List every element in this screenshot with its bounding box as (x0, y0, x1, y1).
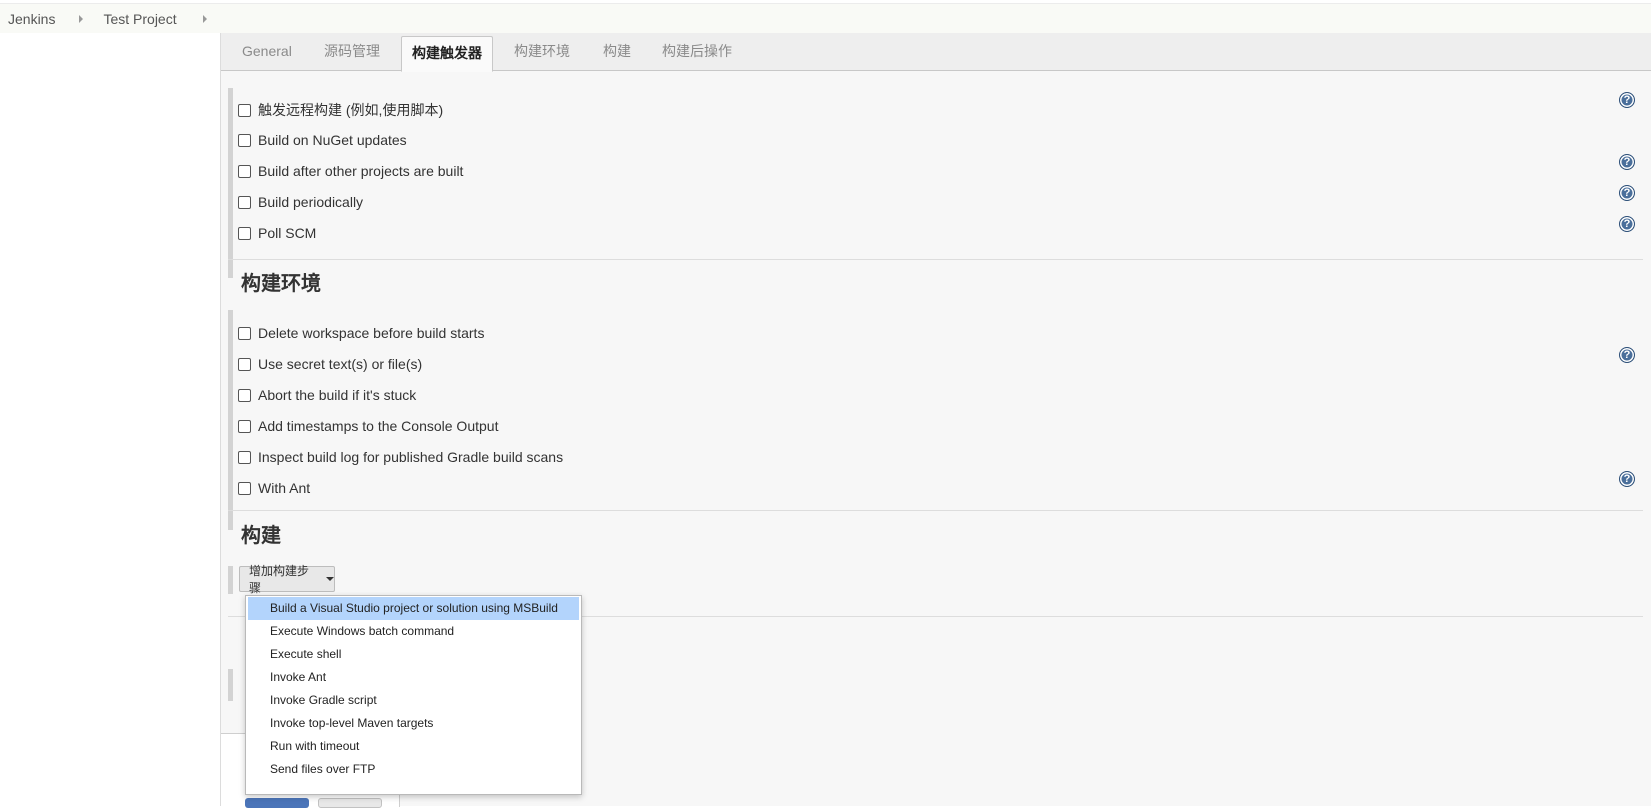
menu-item-run-with-timeout[interactable]: Run with timeout (248, 735, 579, 758)
checkbox-label: With Ant (258, 480, 311, 496)
checkbox-label: Add timestamps to the Console Output (258, 418, 499, 434)
section-title-build-environment: 构建环境 (241, 273, 321, 295)
caret-down-icon (326, 577, 334, 581)
env-delete-workspace[interactable]: Delete workspace before build starts (238, 323, 484, 343)
tab-general[interactable]: General (242, 33, 292, 70)
checkbox[interactable] (238, 103, 251, 117)
checkbox-label: Abort the build if it's stuck (258, 387, 417, 403)
checkbox[interactable] (238, 357, 251, 371)
apply-button[interactable] (318, 798, 382, 808)
menu-item-invoke-ant[interactable]: Invoke Ant (248, 666, 579, 689)
section-title-build: 构建 (241, 525, 281, 547)
build-environment-group: Delete workspace before build starts Use… (228, 310, 563, 530)
env-with-ant[interactable]: With Ant (238, 478, 310, 498)
env-timestamps[interactable]: Add timestamps to the Console Output (238, 416, 498, 436)
trigger-periodically[interactable]: Build periodically (238, 192, 363, 212)
chevron-right-icon[interactable] (202, 14, 207, 23)
breadcrumb-label[interactable]: Jenkins (0, 11, 61, 27)
help-icon[interactable]: ? (1619, 347, 1635, 363)
help-icon[interactable]: ? (1619, 185, 1635, 201)
breadcrumb: Jenkins Test Project (0, 3, 1651, 34)
menu-item-invoke-gradle[interactable]: Invoke Gradle script (248, 689, 579, 712)
checkbox[interactable] (238, 133, 251, 147)
trigger-remote[interactable]: 触发远程构建 (例如,使用脚本) (238, 100, 443, 120)
checkbox-label: Use secret text(s) or file(s) (258, 356, 423, 372)
checkbox[interactable] (238, 326, 251, 340)
add-build-step-wrapper: 增加构建步骤 (228, 564, 335, 595)
chevron-right-icon[interactable] (79, 14, 84, 23)
env-secret-text[interactable]: Use secret text(s) or file(s) (238, 354, 422, 374)
checkbox-label: Build on NuGet updates (258, 132, 407, 148)
save-button[interactable] (245, 798, 309, 808)
checkbox[interactable] (238, 195, 251, 209)
section-divider (228, 259, 1643, 260)
checkbox-label: Delete workspace before build starts (258, 325, 485, 341)
checkbox[interactable] (238, 450, 251, 464)
add-build-step-label: 增加构建步骤 (249, 564, 310, 595)
tab-post-build[interactable]: 构建后操作 (662, 33, 732, 70)
tab-build[interactable]: 构建 (603, 33, 631, 70)
menu-item-send-files-ftp[interactable]: Send files over FTP (248, 758, 579, 781)
help-icon[interactable]: ? (1619, 92, 1635, 108)
tab-bar: General 源码管理 构建触发器 构建环境 构建 构建后操作 (221, 33, 1651, 72)
env-abort-stuck[interactable]: Abort the build if it's stuck (238, 385, 416, 405)
menu-item-msbuild[interactable]: Build a Visual Studio project or solutio… (248, 597, 579, 620)
breadcrumb-item-jenkins[interactable]: Jenkins (0, 11, 97, 27)
menu-item-execute-shell[interactable]: Execute shell (248, 643, 579, 666)
help-icon[interactable]: ? (1619, 154, 1635, 170)
build-step-menu: Build a Visual Studio project or solutio… (245, 595, 582, 795)
menu-item-invoke-maven[interactable]: Invoke top-level Maven targets (248, 712, 579, 735)
checkbox[interactable] (238, 481, 251, 495)
checkbox-label: Inspect build log for published Gradle b… (258, 449, 564, 465)
checkbox-label: Build after other projects are built (258, 163, 464, 179)
tab-build-triggers[interactable]: 构建触发器 (401, 36, 493, 72)
help-icon[interactable]: ? (1619, 216, 1635, 232)
checkbox-label: 触发远程构建 (例如,使用脚本) (258, 102, 444, 118)
checkbox-label: Poll SCM (258, 225, 317, 241)
help-icon[interactable]: ? (1619, 471, 1635, 487)
checkbox[interactable] (238, 388, 251, 402)
tab-build-environment[interactable]: 构建环境 (514, 33, 570, 70)
env-gradle-scans[interactable]: Inspect build log for published Gradle b… (238, 447, 563, 467)
build-triggers-group: 触发远程构建 (例如,使用脚本) Build on NuGet updates … (228, 88, 463, 278)
checkbox-label: Build periodically (258, 194, 364, 210)
trigger-nuget[interactable]: Build on NuGet updates (238, 130, 407, 150)
checkbox[interactable] (238, 164, 251, 178)
checkbox[interactable] (238, 419, 251, 433)
breadcrumb-label[interactable]: Test Project (97, 11, 182, 27)
tab-scm[interactable]: 源码管理 (324, 33, 380, 70)
section-bar (228, 669, 233, 701)
menu-item-windows-batch[interactable]: Execute Windows batch command (248, 620, 579, 643)
sidebar (0, 33, 220, 806)
trigger-poll-scm[interactable]: Poll SCM (238, 223, 316, 243)
trigger-after-other-projects[interactable]: Build after other projects are built (238, 161, 463, 181)
section-divider (228, 510, 1643, 511)
add-build-step-button[interactable]: 增加构建步骤 (239, 564, 335, 595)
breadcrumb-item-test-project[interactable]: Test Project (97, 11, 220, 27)
checkbox[interactable] (238, 226, 251, 240)
